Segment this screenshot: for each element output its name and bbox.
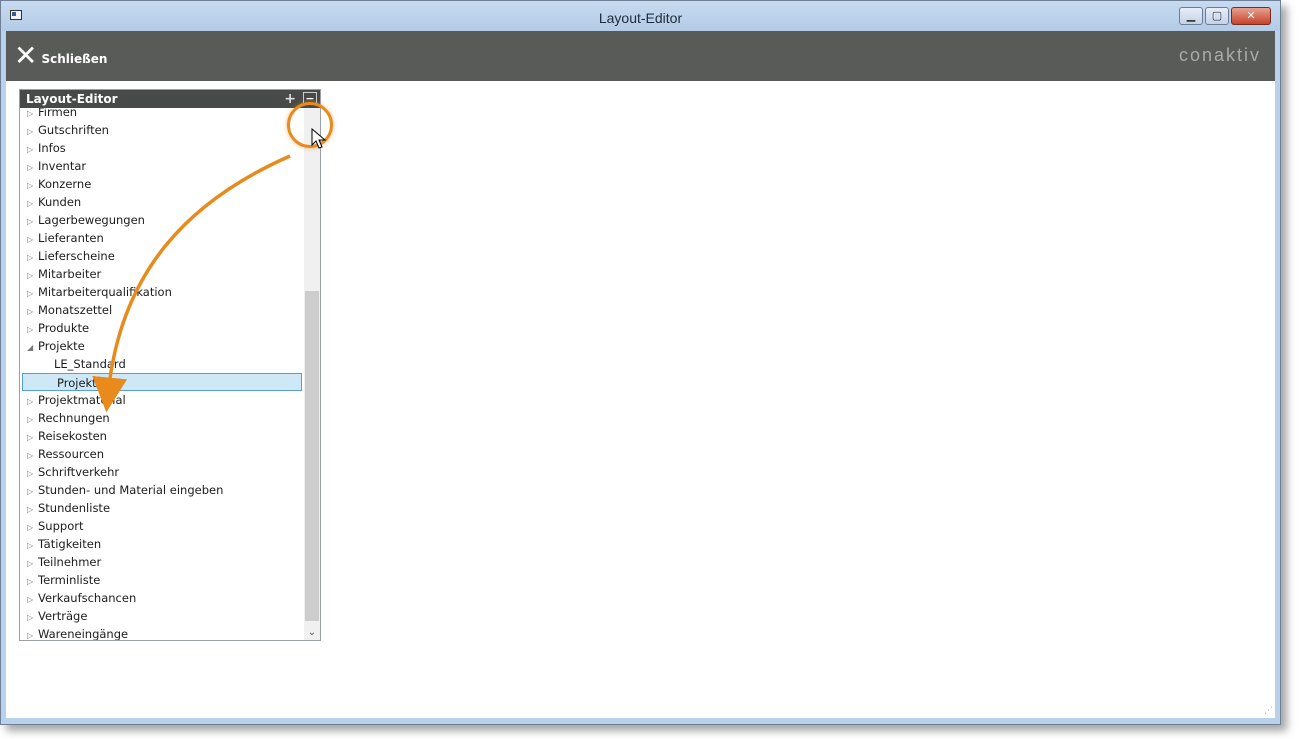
tree-item-label: Projekte	[57, 376, 104, 390]
tree-item-label: Mitarbeiterqualifikation	[38, 285, 172, 299]
tree-item[interactable]: ▷ Inventar	[20, 157, 304, 175]
tree-item-label: Reisekosten	[38, 429, 107, 443]
tree-item[interactable]: ▷ Ressourcen	[20, 445, 304, 463]
close-window-button[interactable]: ✕	[1231, 7, 1271, 25]
tree-item[interactable]: ▷ Schriftverkehr	[20, 463, 304, 481]
layout-editor-panel: Layout-Editor + − ▷ Firmen ▷ Gutschriften ▷ I…	[19, 89, 321, 641]
scroll-down-icon[interactable]: ⌄	[304, 627, 320, 638]
tree-item[interactable]: ◢ Projekte	[20, 337, 304, 355]
tree-item-label: Lieferanten	[38, 231, 104, 245]
tree-item-label: Projekte	[38, 339, 85, 353]
tree-item[interactable]: ▷ Infos	[20, 139, 304, 157]
tree-item-label: Ressourcen	[38, 447, 105, 461]
tree-item-label: Lagerbewegungen	[38, 213, 145, 227]
triangle-right-icon[interactable]: ▷	[27, 627, 38, 640]
tree-item-label: Tätigkeiten	[38, 537, 102, 551]
tree-item-label: Inventar	[38, 159, 87, 173]
tree-item[interactable]: ▷ Terminliste	[20, 571, 304, 589]
tree-item-label: Teilnehmer	[38, 555, 102, 569]
tree-item-label: Schriftverkehr	[38, 465, 120, 479]
tree-view: ▷ Firmen ▷ Gutschriften ▷ Infos ▷ Inventar ▷ Konz…	[20, 108, 304, 640]
tree-item[interactable]: ▷ Firmen	[20, 108, 304, 121]
mouse-pointer-icon	[311, 128, 327, 149]
title-bar[interactable]: Layout-Editor ▁ ▢ ✕	[1, 1, 1280, 31]
tree-item-label: Verkaufschancen	[38, 591, 137, 605]
tree-item-label: Stundenliste	[38, 501, 111, 515]
close-button-label: Schließen	[41, 52, 108, 66]
tree-item[interactable]: ▷ Stunden- und Material eingeben	[20, 481, 304, 499]
tree-item-label: Gutschriften	[38, 123, 109, 137]
expand-panel-button[interactable]: +	[284, 90, 296, 108]
tree-item[interactable]: ▷ Monatszettel	[20, 301, 304, 319]
tree-list: ▷ Firmen ▷ Gutschriften ▷ Infos ▷ Inventar ▷ Konz…	[20, 108, 304, 640]
tree-item[interactable]: ▷ Lieferanten	[20, 229, 304, 247]
panel-header: Layout-Editor + −	[20, 90, 320, 108]
tree-item-label: Support	[38, 519, 84, 533]
tree-item[interactable]: ▷ Kunden	[20, 193, 304, 211]
tree-item[interactable]: ▷ Support	[20, 517, 304, 535]
toolbar: ✕ Schließen conaktiv	[6, 31, 1275, 81]
tree-item[interactable]: ▷ Mitarbeiterqualifikation	[20, 283, 304, 301]
tree-item-label: Rechnungen	[38, 411, 110, 425]
tree-item-label: Projektmaterial	[38, 393, 126, 407]
tree-item-label: Verträge	[38, 609, 88, 623]
tree-item[interactable]: ▷ Teilnehmer	[20, 553, 304, 571]
tree-item[interactable]: ▷ Verkaufschancen	[20, 589, 304, 607]
window-controls: ▁ ▢ ✕	[1179, 7, 1271, 25]
tree-item[interactable]: ▷ Konzerne	[20, 175, 304, 193]
tree-item-label: Wareneingänge	[38, 627, 129, 640]
tree-child-item[interactable]: LE_Standard	[20, 355, 304, 373]
tree-item-label: Infos	[38, 141, 66, 155]
window-title: Layout-Editor	[598, 10, 683, 26]
tree-child-item[interactable]: Projekte	[22, 373, 302, 391]
close-button[interactable]: ✕ Schließen	[14, 39, 108, 72]
tree-item-label: Produkte	[38, 321, 90, 335]
tree-item[interactable]: ▷ Rechnungen	[20, 409, 304, 427]
tree-item-label: Stunden- und Material eingeben	[38, 483, 224, 497]
tree-item[interactable]: ▷ Mitarbeiter	[20, 265, 304, 283]
tree-item[interactable]: ▷ Stundenliste	[20, 499, 304, 517]
minimize-window-button[interactable]: ▁	[1179, 7, 1203, 25]
tree-item[interactable]: ▷ Lieferscheine	[20, 247, 304, 265]
tree-item[interactable]: ▷ Lagerbewegungen	[20, 211, 304, 229]
resize-grip-icon[interactable]: ⋰	[1264, 706, 1274, 716]
tree-item[interactable]: ▷ Wareneingänge	[20, 625, 304, 640]
tree-item-label: LE_Standard	[54, 357, 126, 371]
tree-item[interactable]: ▷ Gutschriften	[20, 121, 304, 139]
brand-logo: conaktiv	[1178, 45, 1261, 65]
tree-item-label: Lieferscheine	[38, 249, 115, 263]
close-icon: ✕	[14, 39, 38, 72]
tree-item[interactable]: ▷ Verträge	[20, 607, 304, 625]
tree-item[interactable]: ▷ Reisekosten	[20, 427, 304, 445]
tree-item[interactable]: ▷ Tätigkeiten	[20, 535, 304, 553]
maximize-window-button[interactable]: ▢	[1205, 7, 1229, 25]
tree-item[interactable]: ▷ Produkte	[20, 319, 304, 337]
tree-item-label: Monatszettel	[38, 303, 113, 317]
tree-item-label: Kunden	[38, 195, 82, 209]
tree-item-label: Terminliste	[38, 573, 101, 587]
tree-item-label: Mitarbeiter	[38, 267, 102, 281]
panel-title: Layout-Editor	[26, 92, 118, 106]
vertical-scrollbar[interactable]: ⌄	[304, 108, 320, 640]
scrollbar-thumb[interactable]	[305, 291, 319, 621]
tree-item-label: Konzerne	[38, 177, 92, 191]
tree-item[interactable]: ▷ Projektmaterial	[20, 391, 304, 409]
tree-item-label: Firmen	[38, 108, 78, 119]
